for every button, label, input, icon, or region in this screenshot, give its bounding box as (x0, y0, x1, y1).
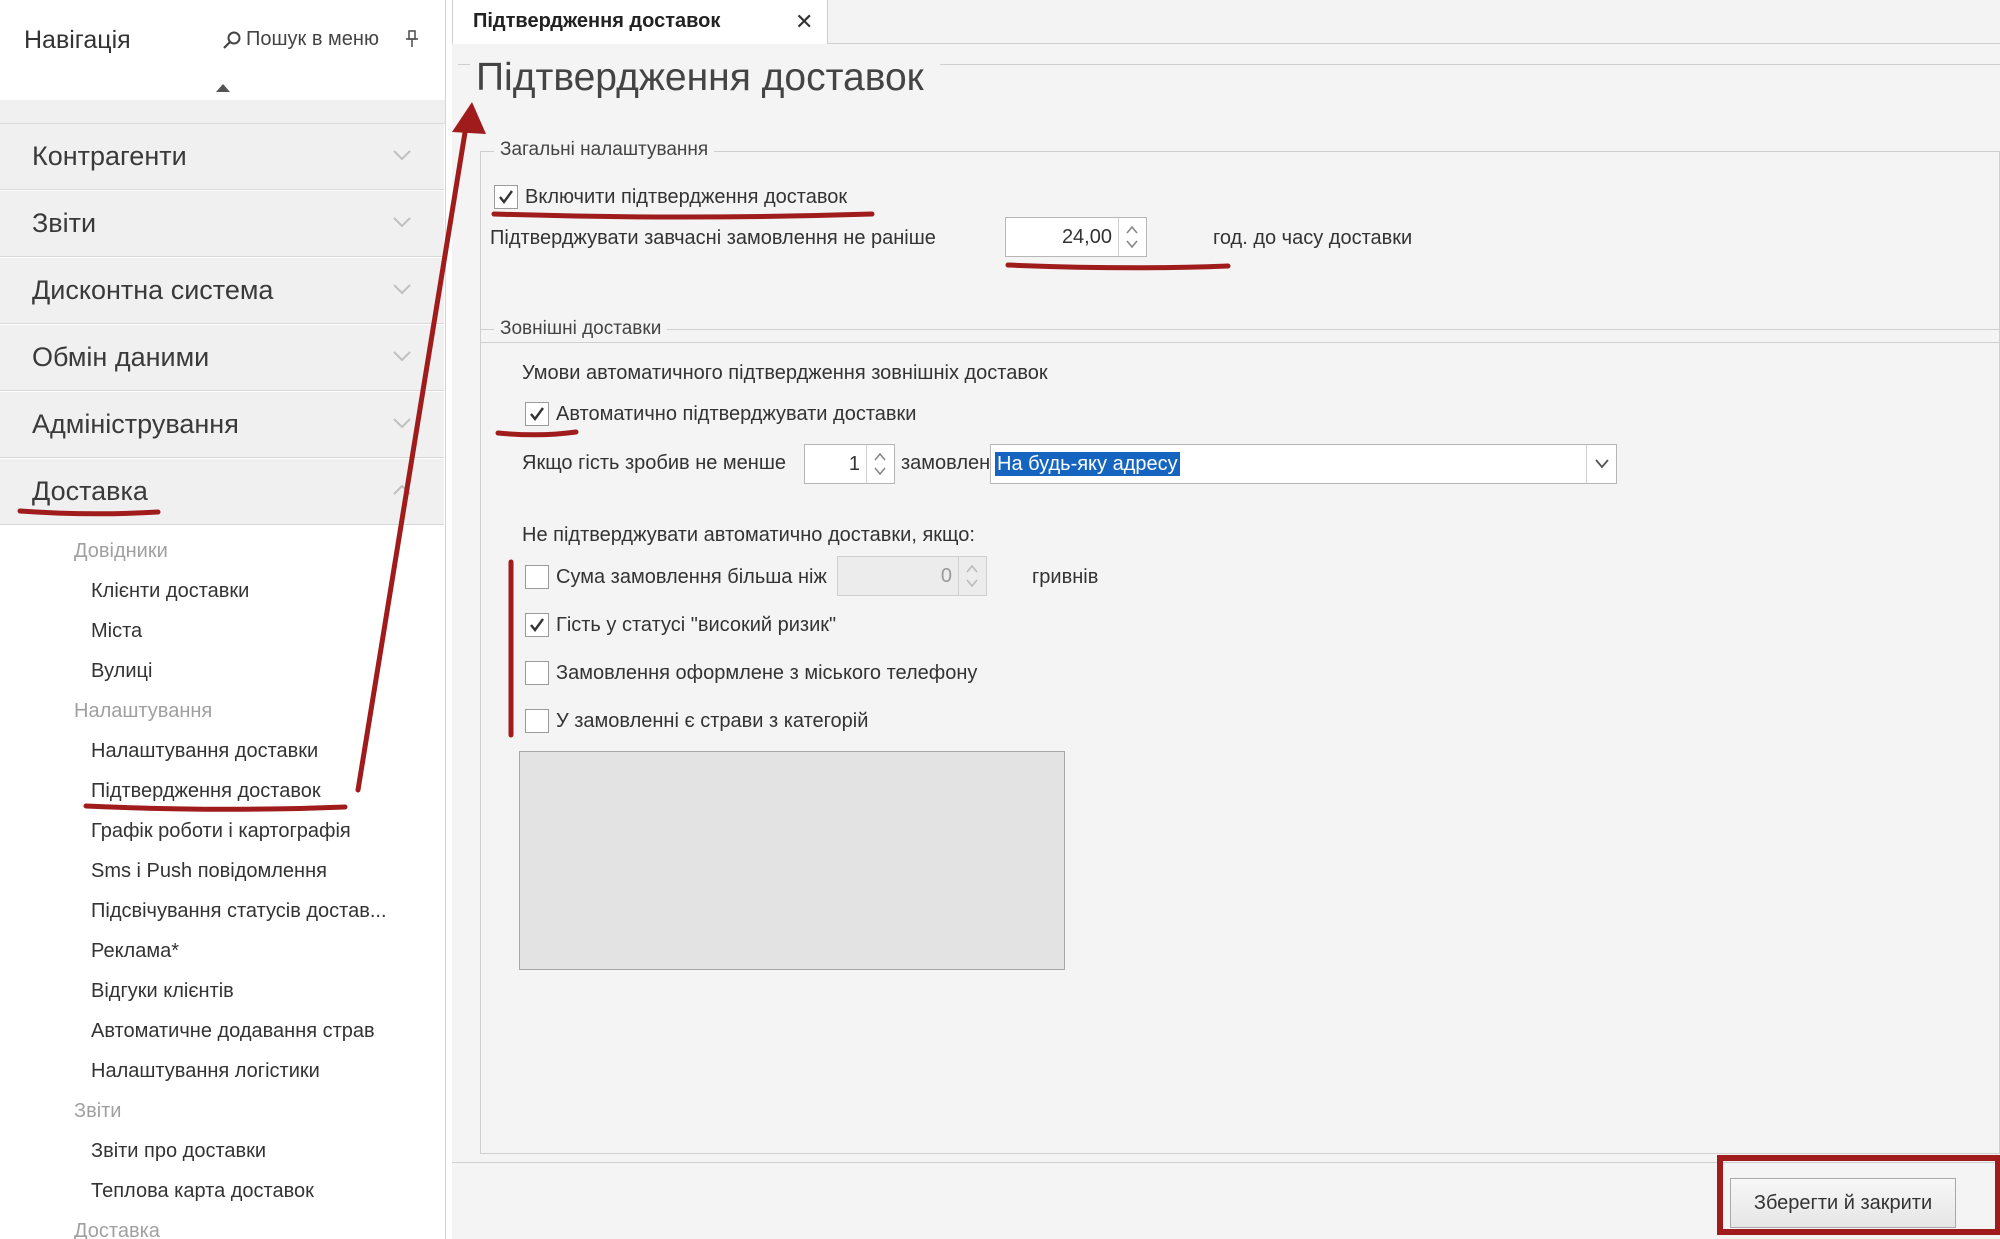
orders-label: замовлен (901, 452, 991, 474)
sidebar-category-reports: Звіти (74, 1100, 122, 1122)
chevron-up-icon[interactable] (1126, 226, 1138, 234)
dropdown-button[interactable] (1586, 445, 1616, 483)
chevron-down-icon[interactable] (966, 579, 978, 587)
sum-threshold-stepper[interactable]: 0 (837, 556, 987, 596)
sidebar-item-delivery-confirmation[interactable]: Підтвердження доставок (91, 780, 321, 803)
sidebar-item-customer-reviews[interactable]: Відгуки клієнтів (91, 980, 234, 1003)
chevron-down-icon (1595, 459, 1609, 468)
sidebar-item-status-highlight[interactable]: Підсвічування статусів достав... (91, 900, 387, 923)
enable-confirmation-label: Включити підтвердження доставок (525, 186, 848, 208)
sum-threshold-value: 0 (940, 565, 952, 587)
sidebar-category-delivery: Доставка (74, 1220, 160, 1239)
chevron-down-icon[interactable] (874, 467, 886, 475)
rule-landline-label: Замовлення оформлене з міського телефону (556, 662, 978, 684)
save-and-close-button[interactable]: Зберегти й закрити (1730, 1178, 1956, 1228)
sidebar-group-label: Доставка (32, 476, 148, 506)
early-hours-value: 24,00 (1061, 226, 1112, 248)
rule-sum-checkbox[interactable] (525, 565, 549, 589)
tab-delivery-confirmation[interactable]: Підтвердження доставок ✕ (452, 0, 828, 45)
chevron-down-icon (393, 217, 411, 228)
chevron-down-icon (393, 351, 411, 362)
enable-confirmation-checkbox[interactable] (494, 185, 518, 209)
rule-categories-label: У замовленні є страви з категорій (556, 710, 869, 732)
auto-confirm-label: Автоматично підтверджувати доставки (556, 403, 917, 425)
menu-search-label: Пошук в меню (246, 28, 379, 50)
sidebar-category-settings: Налаштування (74, 700, 213, 722)
rule-sum-label: Сума замовлення більша ніж (556, 566, 827, 588)
sidebar-item-heat-map[interactable]: Теплова карта доставок (91, 1180, 314, 1203)
sidebar-header: Навігація Пошук в меню (0, 0, 445, 92)
collapse-up-icon[interactable] (216, 84, 230, 92)
chevron-down-icon[interactable] (1126, 240, 1138, 248)
checkmark-icon (499, 190, 513, 204)
main-content: Підтвердження доставок Загальні налаштув… (452, 44, 2000, 1239)
general-settings-legend: Загальні налаштування (494, 139, 715, 161)
sidebar-group-counterparties[interactable]: Контрагенти (0, 124, 444, 190)
early-hours-stepper[interactable]: 24,00 (1005, 217, 1147, 257)
sidebar-group-administration[interactable]: Адміністрування (0, 392, 444, 458)
chevron-up-icon[interactable] (966, 565, 978, 573)
sidebar-group-label: Адміністрування (32, 409, 239, 439)
address-select-value: На будь-яку адресу (995, 452, 1180, 476)
navigation-sidebar: Навігація Пошук в меню Контрагенти Звіти… (0, 0, 446, 1239)
sidebar-group-delivery[interactable]: Доставка (0, 459, 444, 525)
address-select[interactable]: На будь-яку адресу (990, 444, 1617, 484)
auto-conditions-heading: Умови автоматичного підтвердження зовніш… (522, 362, 1048, 384)
sidebar-item-cities[interactable]: Міста (91, 620, 142, 643)
sidebar-group-reports[interactable]: Звіти (0, 191, 444, 257)
chevron-down-icon (393, 150, 411, 161)
sidebar-group-label: Контрагенти (32, 141, 187, 171)
chevron-down-icon (393, 284, 411, 295)
min-orders-label: Якщо гість зробив не менше (522, 452, 787, 474)
stepper-arrows[interactable] (958, 557, 986, 595)
rule-landline-checkbox[interactable] (525, 661, 549, 685)
sidebar-item-sms-push[interactable]: Sms і Push повідомлення (91, 860, 327, 883)
sidebar-item-auto-add-dishes[interactable]: Автоматичне додавання страв (91, 1020, 375, 1043)
sidebar-item-streets[interactable]: Вулиці (91, 660, 152, 683)
sidebar-group-discount[interactable]: Дисконтна система (0, 258, 444, 324)
sidebar-title: Навігація (24, 26, 131, 54)
categories-list[interactable] (519, 751, 1065, 970)
page-title: Підтвердження доставок (476, 56, 924, 99)
stepper-arrows[interactable] (1118, 218, 1146, 256)
min-orders-stepper[interactable]: 1 (804, 444, 895, 484)
rule-categories-checkbox[interactable] (525, 709, 549, 733)
menu-search-button[interactable]: Пошук в меню (222, 28, 379, 51)
sidebar-item-delivery-reports[interactable]: Звіти про доставки (91, 1140, 266, 1163)
title-divider (458, 64, 470, 65)
early-hours-suffix: год. до часу доставки (1213, 227, 1413, 249)
min-orders-value: 1 (848, 453, 860, 475)
sidebar-item-advertising[interactable]: Реклама* (91, 940, 179, 963)
sidebar-group-label: Звіти (32, 208, 97, 238)
stepper-arrows[interactable] (866, 445, 894, 483)
sidebar-group-label: Дисконтна система (32, 275, 274, 305)
sidebar-category-reference: Довідники (74, 540, 168, 562)
checkmark-icon (530, 407, 544, 421)
pin-icon[interactable] (404, 30, 420, 48)
sidebar-item-delivery-settings[interactable]: Налаштування доставки (91, 740, 318, 763)
auto-confirm-checkbox[interactable] (525, 402, 549, 426)
sidebar-item-schedule-mapping[interactable]: Графік роботи і картографія (91, 820, 351, 843)
chevron-down-icon (393, 418, 411, 429)
no-auto-heading: Не підтверджувати автоматично доставки, … (522, 524, 975, 546)
close-icon[interactable]: ✕ (795, 11, 813, 33)
sidebar-item-delivery-clients[interactable]: Клієнти доставки (91, 580, 249, 603)
footer-divider (452, 1162, 2000, 1163)
sidebar-group-data-exchange[interactable]: Обмін даними (0, 325, 444, 391)
chevron-up-icon (393, 484, 411, 495)
tab-label: Підтвердження доставок (473, 10, 721, 32)
title-divider (940, 64, 2000, 65)
chevron-up-icon[interactable] (874, 453, 886, 461)
checkmark-icon (530, 618, 544, 632)
sidebar-item-logistics-settings[interactable]: Налаштування логістики (91, 1060, 320, 1083)
sidebar-separator (0, 100, 445, 124)
early-orders-label: Підтверджувати завчасні замовлення не ра… (490, 227, 936, 249)
sidebar-group-label: Обмін даними (32, 342, 210, 372)
external-deliveries-legend: Зовнішні доставки (494, 318, 668, 340)
search-icon (223, 31, 241, 49)
rule-high-risk-checkbox[interactable] (525, 613, 549, 637)
tab-bar: Підтвердження доставок ✕ (452, 0, 2000, 45)
rule-high-risk-label: Гість у статусі "високий ризик" (556, 614, 837, 636)
currency-label: гривнів (1032, 566, 1099, 588)
